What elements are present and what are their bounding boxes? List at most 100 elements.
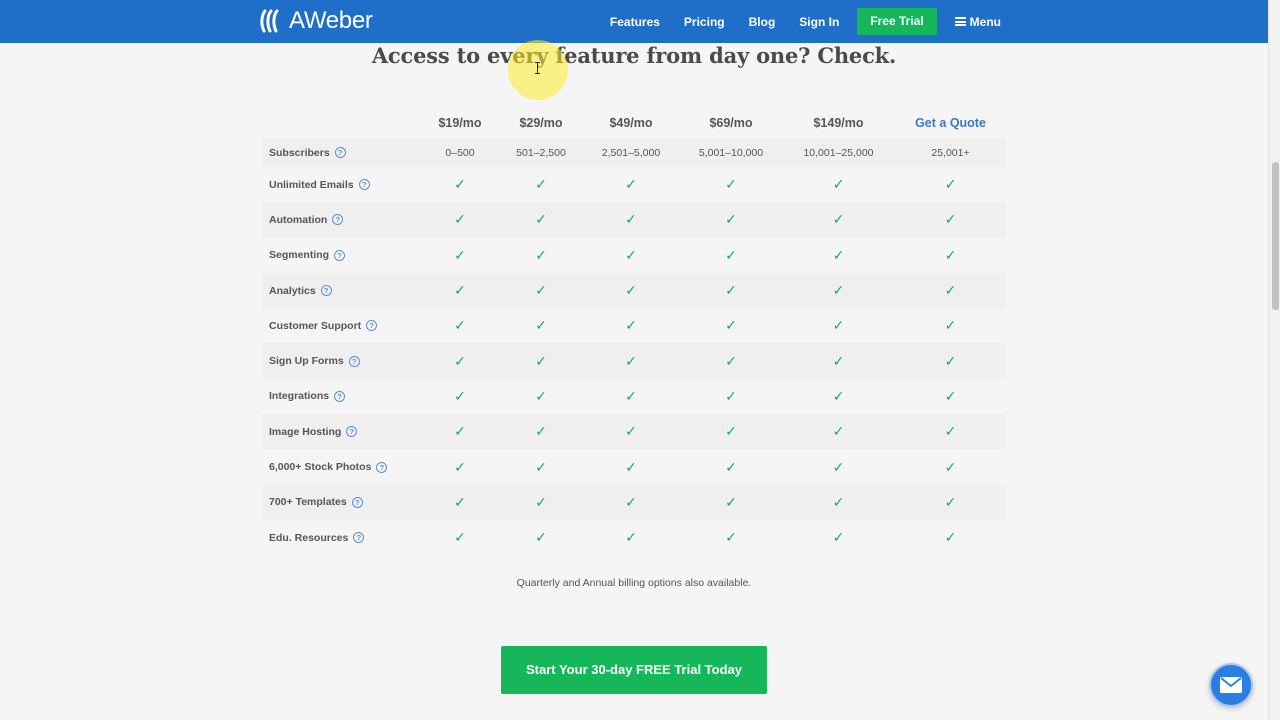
check-icon: ✓ <box>725 317 737 334</box>
billing-note: Quarterly and Annual billing options als… <box>516 577 752 589</box>
help-circle-icon[interactable]: ? <box>376 461 388 473</box>
plan-price: $49/mo <box>609 116 653 130</box>
check-icon: ✓ <box>454 211 466 228</box>
row-label: Image Hosting? <box>262 426 420 438</box>
check-icon: ✓ <box>535 529 547 546</box>
check-icon: ✓ <box>725 352 737 369</box>
scrollbar-thumb[interactable] <box>1272 162 1279 310</box>
feature-name: Automation <box>269 213 328 226</box>
aweber-logo-icon <box>260 9 279 33</box>
row-label: Subscribers ? <box>262 147 420 159</box>
check-icon: ✓ <box>725 529 737 546</box>
section-heading: Access to every feature from day one? Ch… <box>371 43 897 68</box>
row-label: Segmenting? <box>262 249 420 261</box>
check-icon: ✓ <box>944 176 957 193</box>
check-icon: ✓ <box>725 246 737 263</box>
check-icon: ✓ <box>944 282 957 299</box>
help-circle-icon[interactable]: ? <box>332 214 344 226</box>
check-icon: ✓ <box>725 423 737 440</box>
check-icon: ✓ <box>832 211 845 228</box>
check-icon: ✓ <box>832 317 845 334</box>
plan-price: $149/mo <box>813 116 864 130</box>
check-icon: ✓ <box>535 458 547 475</box>
help-circle-icon[interactable]: ? <box>358 179 370 191</box>
subscribers-row: Subscribers ? 0–500 501–2,500 2,501–5,00… <box>262 138 1006 167</box>
nav-link-sign-in[interactable]: Sign In <box>799 15 839 29</box>
check-icon: ✓ <box>625 493 637 510</box>
subscriber-range: 2,501–5,000 <box>601 146 661 159</box>
plan-price: $29/mo <box>519 116 563 130</box>
feature-name: Analytics <box>269 284 316 297</box>
check-icon: ✓ <box>725 493 737 510</box>
check-icon: ✓ <box>944 352 957 369</box>
get-a-quote-link[interactable]: Get a Quote <box>895 116 1006 130</box>
help-circle-icon[interactable]: ? <box>351 496 363 508</box>
check-icon: ✓ <box>625 529 637 546</box>
row-label: Customer Support? <box>262 320 420 332</box>
plan-header-row: $19/mo $29/mo $49/mo $69/mo $149/mo Get … <box>262 108 1006 138</box>
free-trial-button[interactable]: Free Trial <box>857 8 937 35</box>
check-icon: ✓ <box>944 387 957 404</box>
nav-link-features[interactable]: Features <box>610 15 660 29</box>
check-icon: ✓ <box>625 423 637 440</box>
check-icon: ✓ <box>625 282 637 299</box>
check-icon: ✓ <box>454 493 466 510</box>
check-icon: ✓ <box>535 423 547 440</box>
check-icon: ✓ <box>725 282 737 299</box>
check-icon: ✓ <box>454 529 466 546</box>
feature-name: Edu. Resources <box>269 531 349 544</box>
check-icon: ✓ <box>454 352 466 369</box>
feature-name: Image Hosting <box>269 425 342 438</box>
check-icon: ✓ <box>944 246 957 263</box>
aweber-logo[interactable]: AWeber <box>259 7 373 35</box>
chat-button[interactable] <box>1209 663 1253 707</box>
start-trial-button[interactable]: Start Your 30-day FREE Trial Today <box>501 646 767 694</box>
subscriber-range: 10,001–25,000 <box>803 146 874 159</box>
feature-row: Unlimited Emails? ✓ ✓ ✓ ✓ ✓ ✓ <box>262 167 1006 202</box>
row-label: Automation? <box>262 214 420 226</box>
brand-name: AWeber <box>289 7 373 34</box>
pricing-table: $19/mo $29/mo $49/mo $69/mo $149/mo Get … <box>262 108 1006 555</box>
feature-name: Unlimited Emails <box>269 178 354 191</box>
check-icon: ✓ <box>625 317 637 334</box>
row-label: Analytics? <box>262 285 420 297</box>
feature-row: 6,000+ Stock Photos? ✓ ✓ ✓ ✓ ✓ ✓ <box>262 449 1006 484</box>
nav-link-pricing[interactable]: Pricing <box>684 15 725 29</box>
check-icon: ✓ <box>832 176 845 193</box>
feature-row: Sign Up Forms? ✓ ✓ ✓ ✓ ✓ ✓ <box>262 343 1006 379</box>
check-icon: ✓ <box>454 176 466 193</box>
help-circle-icon[interactable]: ? <box>348 355 360 367</box>
help-circle-icon[interactable]: ? <box>346 426 358 438</box>
help-circle-icon[interactable]: ? <box>334 147 346 158</box>
help-circle-icon[interactable]: ? <box>334 249 346 261</box>
subscriber-range: 501–2,500 <box>516 146 566 159</box>
feature-name: Integrations <box>269 390 330 403</box>
check-icon: ✓ <box>944 211 957 228</box>
check-icon: ✓ <box>535 176 547 193</box>
check-icon: ✓ <box>454 387 466 404</box>
check-icon: ✓ <box>832 458 845 475</box>
check-icon: ✓ <box>535 246 547 263</box>
check-icon: ✓ <box>832 352 845 369</box>
feature-row: Analytics? ✓ ✓ ✓ ✓ ✓ ✓ <box>262 272 1006 309</box>
feature-row: 700+ Templates? ✓ ✓ ✓ ✓ ✓ ✓ <box>262 484 1006 520</box>
feature-name: Sign Up Forms <box>269 355 344 368</box>
check-icon: ✓ <box>725 387 737 404</box>
row-label-text: Subscribers <box>269 146 330 159</box>
help-circle-icon[interactable]: ? <box>366 320 378 332</box>
feature-row: Automation? ✓ ✓ ✓ ✓ ✓ ✓ <box>262 202 1006 238</box>
row-label: 700+ Templates? <box>262 496 420 508</box>
help-circle-icon[interactable]: ? <box>353 532 365 544</box>
check-icon: ✓ <box>725 458 737 475</box>
nav-link-blog[interactable]: Blog <box>749 15 776 29</box>
check-icon: ✓ <box>454 317 466 334</box>
page-scrollbar[interactable] <box>1268 0 1280 720</box>
check-icon: ✓ <box>944 317 957 334</box>
text-cursor-icon <box>535 62 540 74</box>
help-circle-icon[interactable]: ? <box>334 390 346 402</box>
subscriber-range: 0–500 <box>445 146 475 159</box>
feature-rows: Unlimited Emails? ✓ ✓ ✓ ✓ ✓ ✓ Automation? ✓ ✓ ✓ ✓ ✓ ✓… <box>262 167 1006 555</box>
menu-button[interactable]: Menu <box>954 15 1001 29</box>
check-icon: ✓ <box>832 529 845 546</box>
help-circle-icon[interactable]: ? <box>320 285 332 297</box>
